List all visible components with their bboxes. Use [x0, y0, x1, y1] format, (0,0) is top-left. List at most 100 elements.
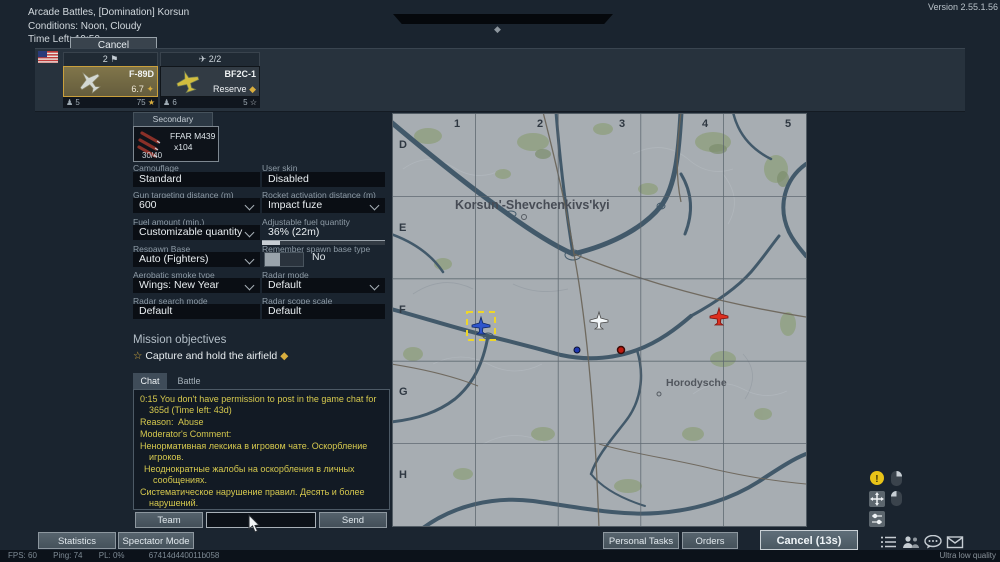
tab-battle[interactable]: Battle [167, 373, 211, 389]
grid-row-label: F [399, 304, 406, 316]
usa-flag-icon [38, 51, 58, 63]
grid-col-label: 1 [454, 118, 460, 130]
weapon-name: FFAR M439 [170, 131, 215, 141]
bf2c1-silhouette-icon [162, 67, 216, 95]
chevron-down-icon [370, 281, 380, 291]
user-skin-select[interactable]: Disabled [262, 172, 385, 187]
radar-mode-select[interactable]: Default [262, 278, 385, 293]
grid-row-label: H [399, 469, 407, 481]
left-mouse-icon [891, 491, 902, 506]
chat-message: Систематическое нарушение правил. Десять… [137, 487, 386, 509]
remember-spawn-toggle[interactable] [264, 252, 304, 267]
f89d-silhouette-icon [65, 67, 117, 95]
battle-map[interactable]: 1 2 3 4 5 D E F G H Korsun'-Shevchenkivs… [392, 113, 807, 527]
cancel-countdown-button[interactable]: Cancel (13s) [760, 530, 858, 550]
aircraft-card-f89d[interactable]: 2 ⚑ F-89D 6.7 ✦ ♟ 5 75 ★ [63, 52, 158, 105]
smoke-type-select[interactable]: Wings: New Year [133, 278, 260, 293]
city-label-korsun: Korsun'-Shevchenkivs'kyi [455, 198, 610, 212]
spawn-count: 2 [103, 54, 108, 64]
ping-label: Ping: 74 [53, 551, 82, 560]
svg-text:!: ! [875, 474, 878, 485]
chevron-down-icon [245, 201, 255, 211]
grid-col-label: 3 [619, 118, 625, 130]
tab-chat[interactable]: Chat [133, 373, 167, 389]
personal-tasks-button[interactable]: Personal Tasks [603, 532, 679, 549]
status-bar: FPS: 60 Ping: 74 PL: 0% 67414d440011b058… [0, 550, 1000, 562]
battle-rating: Reserve ◆ [213, 84, 256, 95]
chat-message: Неоднократные жалобы на оскорбления в ли… [137, 464, 386, 486]
objective-star-icon: ☆ [133, 350, 142, 362]
br-star-icon: ✦ [146, 84, 154, 94]
graphics-quality-label: Ultra low quality [940, 550, 996, 562]
mission-objective: ☆ Capture and hold the airfield ◆ [133, 350, 288, 362]
radar-search-select[interactable]: Default [133, 304, 260, 319]
br-value: Reserve [213, 84, 247, 94]
spawn-flag-icon: ⚑ [110, 54, 118, 64]
chat-message: 0:15 You don't have permission to post i… [137, 394, 386, 416]
right-mouse-icon [891, 471, 902, 486]
version-label: Version 2.55.1.56 [928, 2, 998, 12]
statistics-button[interactable]: Statistics [38, 532, 116, 549]
weapon-count: x104 [174, 142, 192, 152]
city-label-horodysche: Horodysche [666, 377, 727, 389]
secondary-weapons-tab[interactable]: Secondary Weapons [133, 112, 213, 127]
card-footer: ♟ 6 5 ☆ [160, 97, 260, 108]
spawn-count-header: ✈ 2/2 [160, 52, 260, 66]
spawn-count: 2/2 [209, 54, 222, 64]
chevron-down-icon [245, 228, 255, 238]
reserve-diamond-icon: ◆ [249, 84, 256, 94]
grid-row-label: G [399, 386, 408, 398]
aircraft-image: BF2C-1 Reserve ◆ [160, 66, 260, 97]
crew-icon: ♟ [163, 98, 170, 107]
radar-scope-select[interactable]: Default [262, 304, 385, 319]
spawn-cost: 5 ☆ [243, 97, 257, 108]
respawn-base-select[interactable]: Auto (Fighters) [133, 252, 260, 267]
chat-icon[interactable] [924, 535, 942, 549]
chat-message: Moderator's Comment: [137, 429, 386, 440]
orders-button[interactable]: Orders [682, 532, 738, 549]
session-id-label: 67414d440011b058 [149, 551, 220, 560]
battle-rating: 6.7 ✦ [131, 84, 154, 95]
battle-type-label: Arcade Battles, [Domination] Korsun [28, 6, 189, 20]
packet-loss-label: PL: 0% [99, 551, 125, 560]
spawn-cost: 75 ★ [137, 97, 155, 108]
fuel-amount-select[interactable]: Customizable quantity [133, 225, 260, 240]
card-footer: ♟ 5 75 ★ [63, 97, 158, 108]
plane-icon: ✈ [199, 54, 207, 64]
camouflage-select[interactable]: Standard [133, 172, 260, 187]
chat-message: Reason: Abuse [137, 417, 386, 428]
toggle-knob [265, 253, 280, 266]
mouse-cursor [248, 514, 262, 534]
aircraft-name: BF2C-1 [224, 69, 256, 79]
br-value: 6.7 [131, 84, 144, 94]
rocket-distance-select[interactable]: Impact fuze [262, 198, 385, 213]
gun-distance-select[interactable]: 600 [133, 198, 260, 213]
cost-star-outline-icon: ☆ [250, 98, 257, 107]
aircraft-card-bf2c1[interactable]: ✈ 2/2 BF2C-1 Reserve ◆ ♟ 6 5 ☆ [160, 52, 260, 105]
remember-spawn-value: No [312, 251, 325, 263]
spectator-mode-button[interactable]: Spectator Mode [118, 532, 194, 549]
mission-objectives-heading: Mission objectives [133, 334, 226, 346]
crew-count: ♟ 5 [66, 97, 80, 108]
map-control-hints: ! [868, 470, 908, 528]
team-chat-button[interactable]: Team [135, 512, 203, 528]
battle-log-icon[interactable] [880, 535, 898, 549]
crew-count: ♟ 6 [163, 97, 177, 108]
mail-icon[interactable] [946, 535, 964, 549]
chevron-down-icon [245, 255, 255, 265]
score-diamond-icon: ◆ [494, 24, 501, 35]
chat-message-panel[interactable]: 0:15 You don't have permission to post i… [133, 389, 390, 510]
map-settings-icon[interactable] [869, 511, 885, 527]
team-score-bar [393, 14, 613, 24]
crew-icon: ♟ [66, 98, 73, 107]
grid-col-label: 2 [537, 118, 543, 130]
chevron-down-icon [370, 201, 380, 211]
aircraft-name: F-89D [129, 69, 154, 79]
weapon-slot-ffar[interactable]: FFAR M439 x104 30/40 [133, 126, 219, 162]
squad-icon[interactable] [902, 535, 920, 549]
grid-col-label: 5 [785, 118, 791, 130]
send-button[interactable]: Send [319, 512, 387, 528]
chat-message: Ненормативная лексика в игровом чате. Ос… [137, 441, 386, 463]
battle-respawn-screen: Arcade Battles, [Domination] Korsun Cond… [0, 0, 1000, 562]
conditions-label: Conditions: Noon, Cloudy [28, 20, 189, 34]
